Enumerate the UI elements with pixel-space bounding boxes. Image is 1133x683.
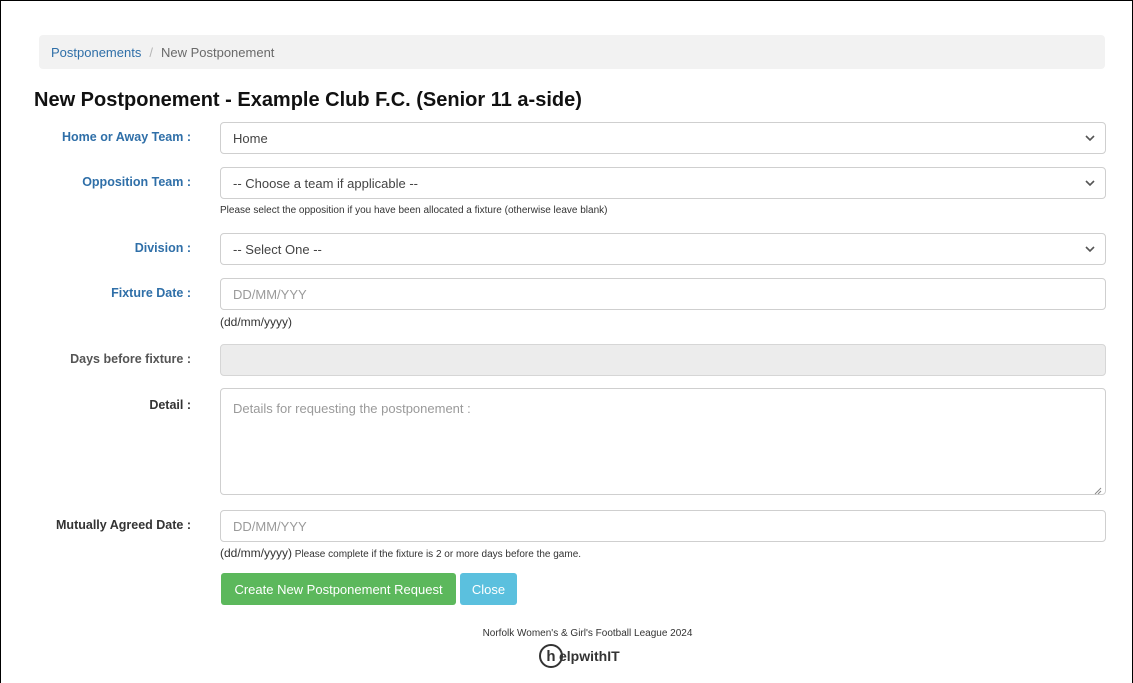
opposition-help: Please select the opposition if you have… — [220, 205, 608, 216]
agreed-date-label: Mutually Agreed Date : — [56, 518, 191, 532]
detail-placeholder: Details for requesting the postponement … — [233, 401, 471, 416]
agreed-date-input[interactable]: DD/MM/YYY — [220, 510, 1106, 542]
page-title: New Postponement - Example Club F.C. (Se… — [34, 89, 582, 111]
fixture-date-placeholder: DD/MM/YYY — [233, 286, 307, 302]
fixture-date-format: (dd/mm/yyyy) — [220, 315, 292, 329]
close-button[interactable]: Close — [460, 573, 517, 605]
opposition-select[interactable]: -- Choose a team if applicable -- — [220, 167, 1106, 199]
days-before-field — [220, 344, 1106, 376]
detail-label: Detail : — [149, 398, 191, 412]
logo-text: elpwithIT — [559, 648, 620, 664]
division-select[interactable]: -- Select One -- — [220, 233, 1106, 265]
create-postponement-button[interactable]: Create New Postponement Request — [221, 573, 456, 605]
fixture-date-hint: (dd/mm/yyyy) — [220, 315, 292, 329]
chevron-down-icon — [1085, 133, 1095, 143]
division-value: -- Select One -- — [233, 241, 322, 257]
helpwithit-logo: h elpwithIT — [539, 643, 620, 669]
agreed-date-help: Please complete if the fixture is 2 or m… — [294, 549, 582, 560]
home-away-value: Home — [233, 130, 268, 146]
fixture-date-input[interactable]: DD/MM/YYY — [220, 278, 1106, 310]
division-label: Division : — [134, 241, 191, 255]
home-away-label: Home or Away Team : — [62, 130, 191, 144]
footer-text: Norfolk Women's & Girl's Football League… — [482, 628, 693, 639]
agreed-date-placeholder: DD/MM/YYY — [233, 518, 307, 534]
chevron-down-icon — [1085, 244, 1095, 254]
opposition-value: -- Choose a team if applicable -- — [233, 175, 418, 191]
chevron-down-icon — [1085, 178, 1095, 188]
home-away-select[interactable]: Home — [220, 122, 1106, 154]
fixture-date-label: Fixture Date : — [111, 286, 191, 300]
opposition-label: Opposition Team : — [82, 175, 191, 189]
breadcrumb-separator: / — [149, 44, 153, 60]
resize-handle-icon[interactable] — [1094, 483, 1102, 495]
breadcrumb-current: New Postponement — [160, 44, 275, 60]
page-frame: Postponements / New Postponement New Pos… — [0, 0, 1133, 683]
breadcrumb-link-postponements[interactable]: Postponements — [51, 45, 141, 60]
detail-textarea[interactable]: Details for requesting the postponement … — [220, 388, 1106, 495]
agreed-date-hint: (dd/mm/yyyy) Please complete if the fixt… — [220, 546, 581, 560]
breadcrumb: Postponements / New Postponement — [39, 35, 1105, 69]
agreed-date-format: (dd/mm/yyyy) — [220, 546, 292, 560]
days-before-label: Days before fixture : — [70, 352, 191, 366]
